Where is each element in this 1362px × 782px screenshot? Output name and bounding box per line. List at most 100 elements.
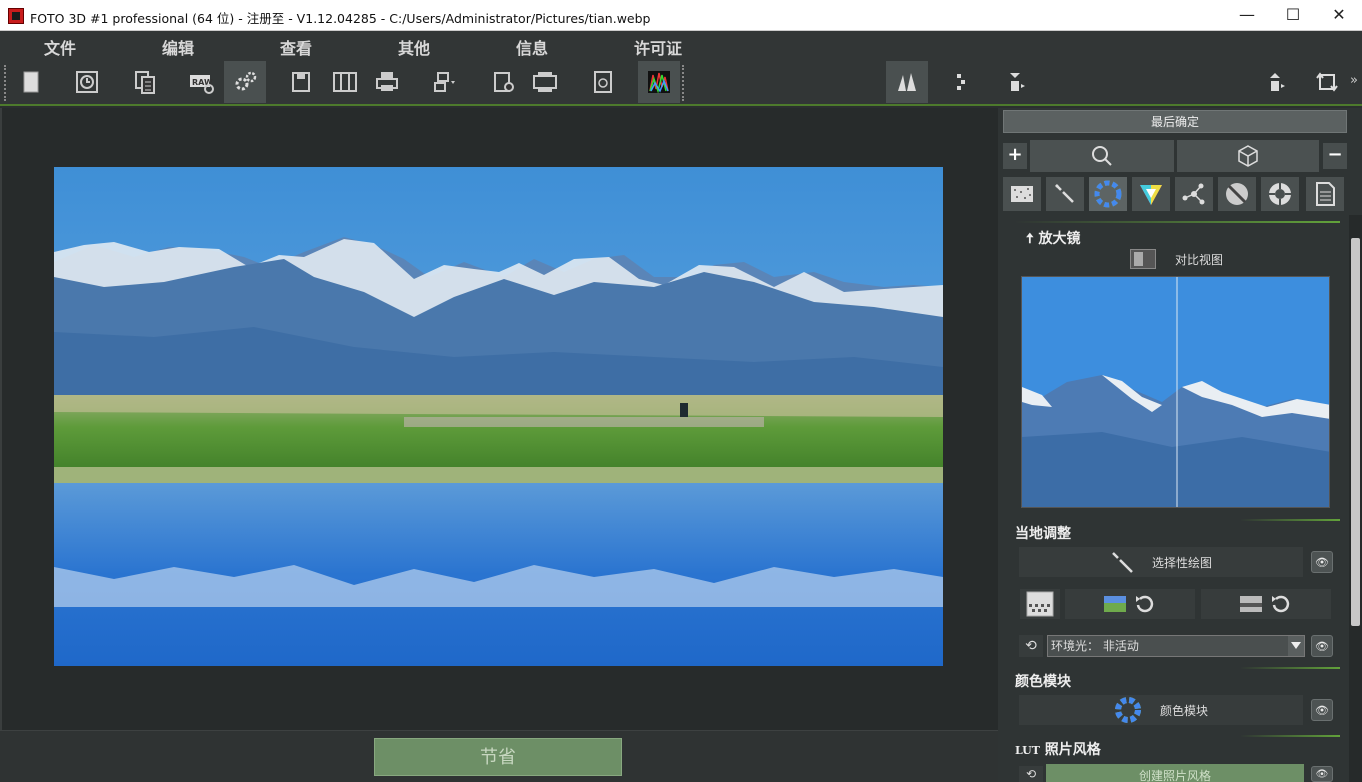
selective-brush-row[interactable]: 选择性绘图 [1019, 547, 1303, 577]
export-button[interactable] [424, 61, 466, 103]
share-button[interactable] [482, 61, 524, 103]
save-sequence-button[interactable] [324, 61, 366, 103]
magnifier-view-button[interactable] [1030, 140, 1174, 172]
history-icon [76, 71, 98, 93]
magnifier-preview-image [1022, 277, 1329, 507]
local-adjust-title: 当地调整 [1015, 526, 1071, 542]
new-document-button[interactable] [10, 61, 52, 103]
ambient-reset-button[interactable]: ⟲ [1019, 635, 1043, 657]
selective-brush-eye-button[interactable]: 👁 [1311, 551, 1333, 573]
final-confirm-button[interactable]: 最后确定 [1003, 110, 1347, 133]
horizon-graduation-button[interactable] [1201, 589, 1331, 619]
zoom-out-button[interactable] [994, 61, 1036, 103]
window-title: FOTO 3D #1 professional (64 位) - 注册至 - V… [30, 11, 651, 26]
color-module-row[interactable]: 颜色模块 [1019, 695, 1303, 725]
aperture-tool-button[interactable] [1261, 177, 1299, 211]
rotate-button[interactable] [1306, 61, 1348, 103]
save-icon [292, 72, 310, 92]
color-cube-tool-button[interactable] [1132, 177, 1170, 211]
lut-button[interactable] [638, 61, 680, 103]
3d-view-button[interactable] [1177, 140, 1319, 172]
save-button-toolbar[interactable] [280, 61, 322, 103]
magnifier-title: 放大镜 [1038, 231, 1081, 247]
export-icon [434, 72, 455, 92]
section-divider [1240, 519, 1340, 521]
settings-icon [235, 71, 257, 91]
cube-icon [1238, 145, 1258, 167]
panel-scroll-thumb[interactable] [1351, 238, 1360, 626]
remove-button[interactable]: − [1323, 143, 1347, 169]
save-sequence-icon [333, 72, 357, 92]
network-tool-button[interactable] [1175, 177, 1213, 211]
create-photo-style-button[interactable]: 创建照片风格 [1046, 764, 1304, 782]
landscape-image [54, 167, 943, 666]
color-module-eye-button[interactable]: 👁 [1311, 699, 1333, 721]
sky-graduation-button[interactable] [1065, 589, 1195, 619]
info-icon [594, 71, 612, 93]
magnifier-preview[interactable] [1021, 276, 1330, 508]
ambient-dropdown[interactable]: 环境光： 非活动 [1047, 635, 1305, 657]
gradient-mask-button[interactable] [1020, 589, 1060, 619]
chevron-down-icon[interactable] [1288, 636, 1304, 656]
compare-button[interactable] [940, 61, 982, 103]
main-photo[interactable] [54, 167, 943, 666]
photo-style-heading: LUT 照片风格 [1015, 739, 1101, 759]
checker-mask-icon [1026, 591, 1054, 617]
zoom-in-button[interactable] [1254, 61, 1296, 103]
photo-style-reset-button[interactable]: ⟲ [1019, 766, 1043, 782]
print-icon [376, 72, 398, 91]
network-icon [1182, 183, 1205, 205]
batch-icon [135, 71, 155, 94]
minimize-button[interactable]: — [1224, 0, 1270, 31]
toolbar-overflow[interactable]: » [1350, 73, 1358, 88]
compare-view-toggle[interactable] [1130, 249, 1156, 269]
lut-prefix: LUT [1015, 744, 1040, 757]
color-wheel-tool-button[interactable] [1089, 177, 1127, 211]
app-logo-icon [8, 8, 24, 24]
menu-view[interactable]: 查看 [280, 35, 312, 59]
history-button[interactable] [66, 61, 108, 103]
lut-icon [648, 71, 670, 94]
batch-button[interactable] [124, 61, 166, 103]
magnifier-heading[interactable]: 🠅 放大镜 [1026, 228, 1081, 252]
menu-edit[interactable]: 编辑 [162, 35, 194, 59]
info-button[interactable] [582, 61, 624, 103]
color-cube-icon [1140, 185, 1162, 205]
layout-button[interactable] [524, 61, 566, 103]
aperture-icon [1269, 183, 1291, 205]
noise-icon [1011, 186, 1033, 202]
rotate-icon [1316, 72, 1338, 92]
brush-icon [1055, 184, 1074, 203]
save-button[interactable]: 节省 [374, 738, 622, 776]
noise-tool-button[interactable] [1003, 177, 1041, 211]
menu-other[interactable]: 其他 [398, 35, 430, 59]
color-module-label: 颜色模块 [1159, 703, 1208, 718]
eye-icon: 👁 [1315, 555, 1329, 569]
maximize-button[interactable]: ☐ [1270, 0, 1316, 31]
document-tool-button[interactable] [1306, 177, 1344, 211]
toolbar: RAW 较小 放大 100 % 更大 » [0, 59, 1362, 156]
refresh-icon: ⟲ [1025, 638, 1037, 654]
menu-bar: 文件 编辑 查看 其他 信息 许可证 [0, 31, 1362, 59]
close-button[interactable]: ✕ [1316, 0, 1362, 31]
section-divider [1240, 667, 1340, 669]
settings-button[interactable] [224, 61, 266, 103]
menu-file[interactable]: 文件 [44, 35, 76, 59]
raw-settings-button[interactable]: RAW [180, 61, 222, 103]
menu-license[interactable]: 许可证 [634, 35, 682, 59]
histogram-button[interactable] [886, 61, 928, 103]
photo-style-eye-button[interactable]: 👁 [1311, 766, 1333, 782]
raw-settings-icon: RAW [190, 75, 214, 94]
histogram-icon [898, 73, 916, 91]
brush-icon [1112, 552, 1133, 573]
ambient-eye-button[interactable]: 👁 [1311, 635, 1333, 657]
photo-style-title: 照片风格 [1044, 742, 1101, 758]
compare-icon [957, 74, 965, 90]
section-divider [1240, 735, 1340, 737]
lens-tool-button[interactable] [1218, 177, 1256, 211]
menu-info[interactable]: 信息 [516, 35, 548, 59]
brush-tool-button[interactable] [1046, 177, 1084, 211]
document-icon [1316, 182, 1335, 206]
print-button[interactable] [366, 61, 408, 103]
add-button[interactable]: + [1003, 143, 1027, 169]
